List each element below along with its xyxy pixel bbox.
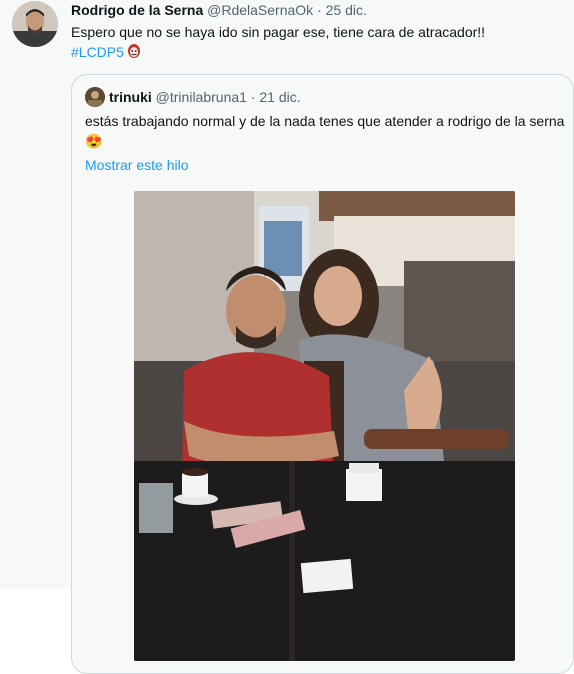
user-avatar-icon	[85, 87, 105, 107]
quoted-author-avatar[interactable]	[85, 87, 105, 107]
quoted-tweet-header: trinuki @trinilabruna1 · 21 dic.	[109, 87, 301, 107]
money-heist-mask-icon	[127, 43, 141, 64]
tweet-date[interactable]: 25 dic.	[326, 2, 367, 18]
quoted-tweet-text: estás trabajando normal y de la nada ten…	[85, 111, 565, 151]
quoted-tweet-date[interactable]: 21 dic.	[259, 89, 300, 105]
quoted-tweet[interactable]: trinuki @trinilabruna1 · 21 dic. estás t…	[71, 74, 574, 674]
tweet-text: Espero que no se haya ido sin pagar ese,…	[71, 22, 561, 64]
author-name[interactable]: Rodrigo de la Serna	[71, 2, 203, 18]
separator-dot: ·	[250, 89, 256, 105]
quoted-author-name[interactable]: trinuki	[109, 89, 152, 105]
photo-image	[134, 191, 515, 661]
tweet-photo[interactable]	[134, 191, 515, 661]
quoted-author-handle[interactable]: @trinilabruna1	[156, 89, 247, 105]
tweet-text-line: Espero que no se haya ido sin pagar ese,…	[71, 24, 486, 40]
user-avatar-icon	[12, 1, 58, 47]
show-thread-link[interactable]: Mostrar este hilo	[85, 155, 188, 175]
author-avatar[interactable]	[12, 1, 58, 47]
author-handle[interactable]: @RdelaSernaOk	[207, 2, 313, 18]
quoted-tweet-text-body: estás trabajando normal y de la nada ten…	[85, 113, 565, 129]
tweet-text-line-2: #LCDP5	[71, 42, 561, 64]
hashtag-link[interactable]: #LCDP5	[71, 44, 124, 60]
separator-dot: ·	[317, 2, 322, 18]
heart-eyes-emoji: 😍	[85, 133, 103, 149]
tweet-header: Rodrigo de la Serna @RdelaSernaOk · 25 d…	[71, 1, 367, 19]
